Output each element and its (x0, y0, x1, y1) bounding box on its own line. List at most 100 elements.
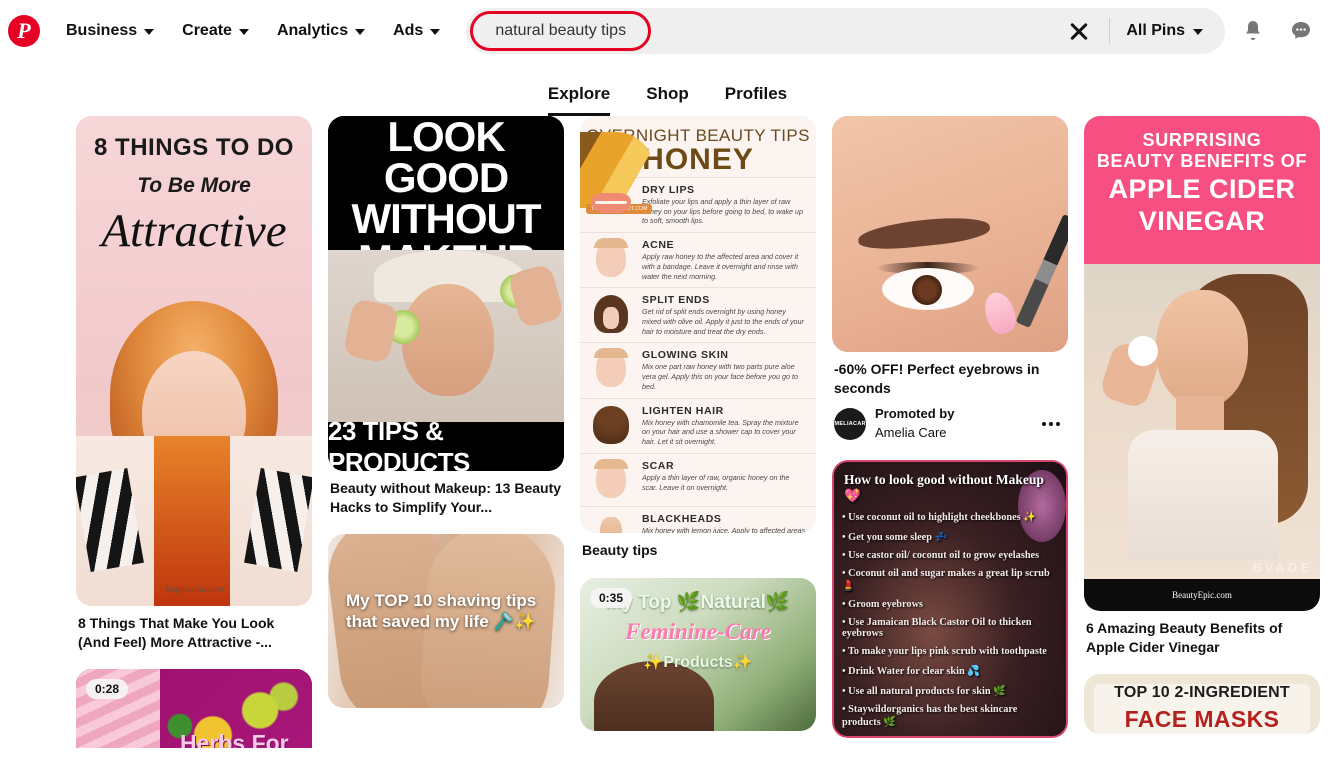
pinterest-logo-icon[interactable]: P (8, 15, 40, 47)
pin-artwork-eyebrows (832, 116, 1068, 352)
nav-analytics[interactable]: Analytics (263, 14, 379, 48)
art-list-item: • Use castor oil/ coconut oil to grow ey… (842, 550, 1058, 561)
notifications-button[interactable] (1233, 11, 1273, 51)
art-list-item: • Use all natural products for skin 🌿 (842, 684, 1058, 697)
video-duration-badge: 0:28 (86, 679, 128, 699)
pin-image[interactable] (832, 116, 1068, 352)
promoted-label: Promoted by (875, 405, 1027, 423)
art-headline-3: Attractive (76, 204, 312, 258)
pin-grid: 8 THINGS TO DO To Be More Attractive Ste… (0, 116, 1335, 748)
art-clothing (1128, 430, 1278, 560)
honey-tip-desc: Apply raw honey to the affected area and… (642, 252, 806, 281)
art-face-shape (402, 284, 494, 396)
pin-image[interactable]: My TOP 10 shaving tips that saved my lif… (328, 534, 564, 708)
lips-icon (588, 184, 634, 224)
honey-tip-row: GLOWING SKIN Mix one part raw honey with… (580, 342, 816, 397)
pin-card-lookgood[interactable]: LOOK GOOD WITHOUT MAKEUP 23 TIPS & PRODU… (328, 116, 564, 516)
pin-card-honey[interactable]: THEINDIANSPOT.COM OVERNIGHT BEAUTY TIPS … (580, 116, 816, 560)
pin-artwork-acv: SURPRISING BEAUTY BENEFITS OF APPLE CIDE… (1084, 116, 1320, 611)
art-list-item: • Use Jamaican Black Castor Oil to thick… (842, 617, 1058, 639)
art-footer-block: 23 TIPS & PRODUCTS (328, 422, 564, 471)
art-photo (1084, 264, 1320, 579)
art-headline-2: To Be More (76, 174, 312, 198)
nav-ads-label: Ads (393, 22, 423, 40)
more-options-icon[interactable] (1036, 409, 1066, 439)
chat-bubble-icon (1289, 19, 1313, 43)
pin-card-eyebrows-promoted[interactable]: -60% OFF! Perfect eyebrows in seconds AM… (832, 116, 1068, 442)
chevron-down-icon (1193, 29, 1203, 35)
art-headline-1: TOP 10 2-INGREDIENT (1084, 684, 1320, 702)
pin-image[interactable]: How to look good without Makeup💖 • Use c… (832, 460, 1068, 738)
art-footer: BeautyEpic.com (1084, 579, 1320, 611)
pin-image[interactable]: THEINDIANSPOT.COM OVERNIGHT BEAUTY TIPS … (580, 116, 816, 533)
art-cotton-pad (1128, 336, 1158, 366)
pin-card-shaving[interactable]: My TOP 10 shaving tips that saved my lif… (328, 534, 564, 708)
art-list-item: • Get you some sleep 💤 (842, 530, 1058, 543)
pin-card-feminine[interactable]: 0:35 My Top 🌿Natural🌿 Feminine-Care ✨Pro… (580, 578, 816, 731)
pin-image[interactable]: LOOK GOOD WITHOUT MAKEUP 23 TIPS & PRODU… (328, 116, 564, 471)
video-duration-badge: 0:35 (590, 588, 632, 608)
chevron-down-icon (355, 29, 365, 35)
pin-artwork-shaving: My TOP 10 shaving tips that saved my lif… (328, 534, 564, 708)
pin-image[interactable]: TOP 10 2-INGREDIENT FACE MASKS (1084, 674, 1320, 734)
tab-profiles[interactable]: Profiles (725, 84, 787, 116)
art-text: Herbs For (180, 730, 289, 748)
honey-tip-text: BLACKHEADS Mix honey with lemon juice. A… (642, 513, 806, 533)
pin-title: 8 Things That Make You Look (And Feel) M… (76, 614, 312, 651)
art-photo (328, 250, 564, 422)
honey-tip-desc: Mix honey with chamomile tea. Spray the … (642, 418, 806, 447)
art-list-item: • Coconut oil and sugar makes a great li… (842, 568, 1058, 592)
honey-tip-row: SPLIT ENDS Get rid of split ends overnig… (580, 287, 816, 342)
art-footer-text: 23 TIPS & PRODUCTS (328, 416, 564, 472)
pin-image[interactable]: SURPRISING BEAUTY BENEFITS OF APPLE CIDE… (1084, 116, 1320, 611)
art-face-shape (1156, 290, 1248, 408)
search-input[interactable]: natural beauty tips (470, 11, 651, 51)
pin-artwork-lookgood: LOOK GOOD WITHOUT MAKEUP 23 TIPS & PRODU… (328, 116, 564, 471)
art-headline-2: FACE MASKS (1084, 706, 1320, 733)
pin-card-nomakeup-list[interactable]: How to look good without Makeup💖 • Use c… (832, 460, 1068, 738)
nav-create[interactable]: Create (168, 14, 263, 48)
grid-column-5: SURPRISING BEAUTY BENEFITS OF APPLE CIDE… (1084, 116, 1320, 748)
art-overlay-text: My TOP 10 shaving tips that saved my lif… (346, 590, 552, 633)
search-bar[interactable]: natural beauty tips All Pins (466, 8, 1225, 54)
art-headline-2: BEAUTY BENEFITS OF (1084, 151, 1320, 172)
pin-image[interactable]: 0:35 My Top 🌿Natural🌿 Feminine-Care ✨Pro… (580, 578, 816, 731)
nav-create-label: Create (182, 22, 232, 40)
pin-title: Beauty tips (580, 541, 816, 560)
messages-button[interactable] (1281, 11, 1321, 51)
honey-tip-text: ACNE Apply raw honey to the affected are… (642, 239, 806, 281)
avatar[interactable]: AMELIACARE (834, 408, 866, 440)
art-overlay-line-1: My TOP 10 shaving tips (346, 590, 552, 611)
nav-business[interactable]: Business (52, 14, 168, 48)
art-title: How to look good without Makeup💖 (834, 462, 1066, 508)
honey-tip-row: BLACKHEADS Mix honey with lemon juice. A… (580, 506, 816, 533)
advertiser-name[interactable]: Amelia Care (875, 424, 1027, 442)
result-tabs: Explore Shop Profiles (0, 62, 1335, 116)
tab-shop[interactable]: Shop (646, 84, 689, 116)
honey-tip-name: DRY LIPS (642, 184, 806, 196)
scope-selector[interactable]: All Pins (1120, 22, 1221, 40)
nav-ads[interactable]: Ads (379, 14, 454, 48)
honey-tip-row: ACNE Apply raw honey to the affected are… (580, 232, 816, 287)
pin-image[interactable]: 8 THINGS TO DO To Be More Attractive Ste… (76, 116, 312, 606)
art-title-block: LOOK GOOD WITHOUT MAKEUP (328, 116, 564, 250)
honey-tip-text: LIGHTEN HAIR Mix honey with chamomile te… (642, 405, 806, 447)
face-icon (588, 239, 634, 279)
pin-card-facemasks[interactable]: TOP 10 2-INGREDIENT FACE MASKS (1084, 674, 1320, 734)
pin-image[interactable]: 0:28 Herbs For (76, 669, 312, 748)
bell-icon (1241, 19, 1265, 43)
art-headline-2: WITHOUT (328, 198, 564, 239)
honey-tip-desc: Mix one part raw honey with two parts pu… (642, 362, 806, 391)
art-brand-overlay: BVADE (1252, 560, 1312, 575)
pin-card-acv[interactable]: SURPRISING BEAUTY BENEFITS OF APPLE CIDE… (1084, 116, 1320, 656)
promoted-row: AMELIACARE Promoted by Amelia Care (832, 405, 1068, 442)
art-list: • Use coconut oil to highlight cheekbone… (834, 508, 1066, 737)
pin-card-herbs[interactable]: 0:28 Herbs For (76, 669, 312, 748)
grid-column-3: THEINDIANSPOT.COM OVERNIGHT BEAUTY TIPS … (580, 116, 816, 748)
tab-explore[interactable]: Explore (548, 84, 610, 116)
pin-card-attractive[interactable]: 8 THINGS TO DO To Be More Attractive Ste… (76, 116, 312, 651)
honey-tip-name: SCAR (642, 460, 806, 472)
clear-search-icon[interactable] (1059, 11, 1099, 51)
art-headline-3: APPLE CIDER (1084, 175, 1320, 204)
nose-icon (588, 513, 634, 533)
